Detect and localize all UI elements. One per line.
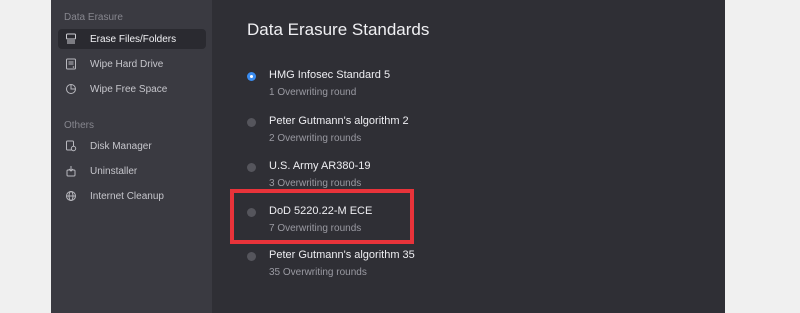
radio-button-selected[interactable] <box>247 72 256 81</box>
radio-button[interactable] <box>247 118 256 127</box>
app-window: Data Erasure Erase Files/Folders Wipe Ha… <box>51 0 725 313</box>
drive-icon <box>64 57 78 71</box>
pie-chart-icon <box>64 82 78 96</box>
option-name: Peter Gutmann's algorithm 2 <box>269 115 409 127</box>
option-hmg-infosec-standard-5[interactable]: HMG Infosec Standard 5 1 Overwriting rou… <box>242 69 542 109</box>
sidebar-item-label: Wipe Free Space <box>90 83 168 95</box>
uninstall-icon <box>64 164 78 178</box>
disk-manager-icon <box>64 139 78 153</box>
sidebar-item-internet-cleanup[interactable]: Internet Cleanup <box>58 186 206 206</box>
page-title: Data Erasure Standards <box>247 20 430 39</box>
option-name: U.S. Army AR380-19 <box>269 160 371 172</box>
sidebar-item-label: Disk Manager <box>90 140 152 152</box>
section-title-others: Others <box>64 120 95 131</box>
radio-button[interactable] <box>247 163 256 172</box>
sidebar-item-label: Wipe Hard Drive <box>90 58 164 70</box>
radio-button[interactable] <box>247 252 256 261</box>
option-name: HMG Infosec Standard 5 <box>269 69 391 81</box>
sidebar-item-wipe-free-space[interactable]: Wipe Free Space <box>58 79 206 99</box>
globe-icon <box>64 189 78 203</box>
option-rounds: 1 Overwriting round <box>269 87 357 98</box>
sidebar-item-erase-files-folders[interactable]: Erase Files/Folders <box>58 29 206 49</box>
highlight-annotation-box <box>230 189 414 244</box>
sidebar: Data Erasure Erase Files/Folders Wipe Ha… <box>51 0 212 313</box>
option-gutmann-2[interactable]: Peter Gutmann's algorithm 2 2 Overwritin… <box>242 115 542 155</box>
shredder-icon <box>64 32 78 46</box>
sidebar-item-uninstaller[interactable]: Uninstaller <box>58 161 206 181</box>
sidebar-item-disk-manager[interactable]: Disk Manager <box>58 136 206 156</box>
option-gutmann-35[interactable]: Peter Gutmann's algorithm 35 35 Overwrit… <box>242 249 542 289</box>
option-rounds: 35 Overwriting rounds <box>269 267 367 278</box>
option-name: Peter Gutmann's algorithm 35 <box>269 249 415 261</box>
sidebar-item-label: Uninstaller <box>90 165 138 177</box>
section-title-data-erasure: Data Erasure <box>64 12 123 23</box>
sidebar-item-label: Erase Files/Folders <box>90 33 177 45</box>
option-rounds: 3 Overwriting rounds <box>269 178 362 189</box>
sidebar-item-label: Internet Cleanup <box>90 190 164 202</box>
sidebar-item-wipe-hard-drive[interactable]: Wipe Hard Drive <box>58 54 206 74</box>
option-rounds: 2 Overwriting rounds <box>269 133 362 144</box>
